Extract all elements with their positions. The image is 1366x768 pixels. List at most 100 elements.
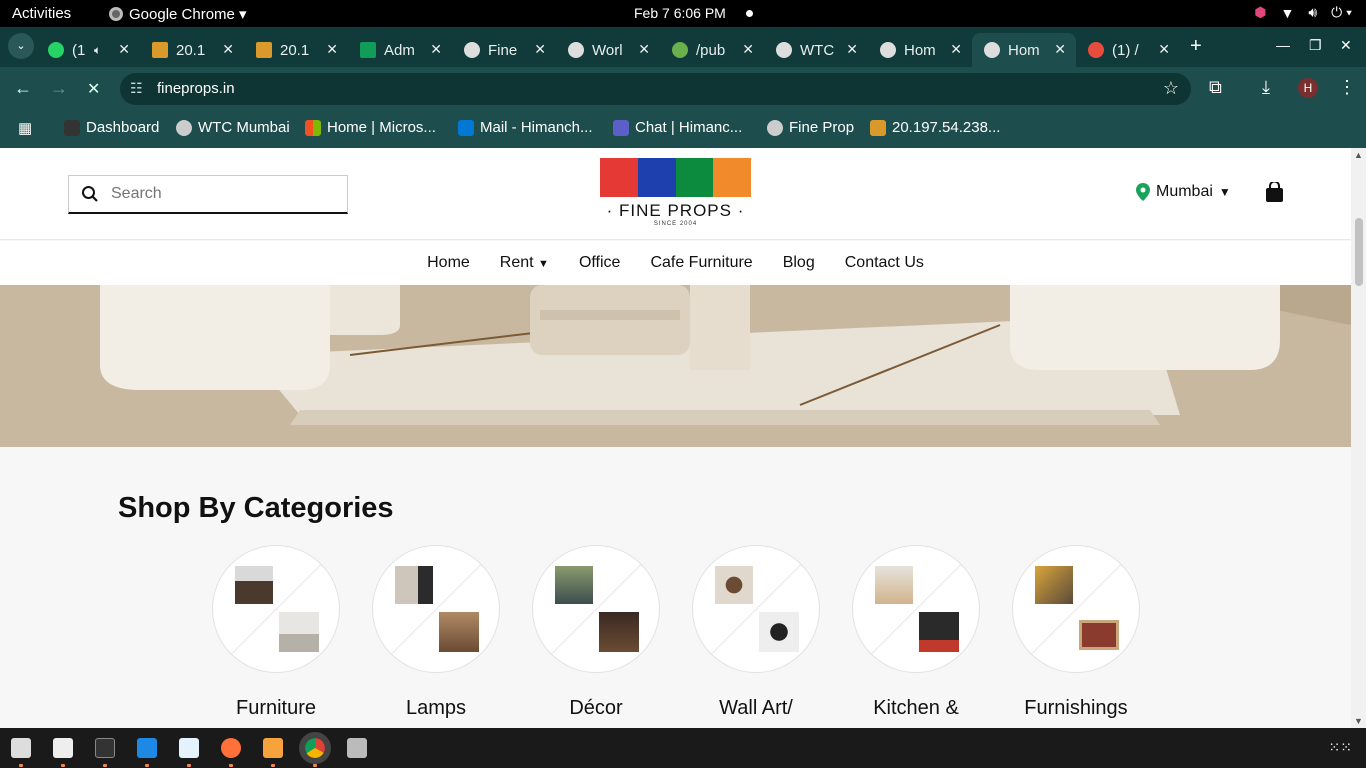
bookmark-dashboard[interactable]: Dashboard [64,119,159,136]
bookmark-mail[interactable]: Mail - Himanch... [458,119,593,136]
nav-office[interactable]: Office [579,254,621,272]
category-furniture[interactable]: Furniture [212,545,340,720]
close-icon[interactable]: ✕ [118,41,130,58]
tab-search-button[interactable]: ⌄ [8,33,34,59]
tab-pub[interactable]: /pub ✕ [660,33,764,67]
bookmark-fine-prop[interactable]: Fine Prop [767,119,854,136]
terminal-app-icon[interactable] [95,738,115,758]
bookmark-microsoft[interactable]: Home | Micros... [305,119,436,136]
show-apps-icon[interactable]: ⁙⁙ [1329,739,1352,756]
close-icon[interactable]: ✕ [638,41,650,58]
tab-server-2[interactable]: 20.1 ✕ [244,33,348,67]
category-lamps[interactable]: Lamps [372,545,500,720]
city-selector[interactable]: Mumbai ▼ [1136,183,1231,201]
close-icon[interactable]: ✕ [742,41,754,58]
new-tab-button[interactable]: + [1190,35,1202,58]
chrome-app-icon[interactable] [299,732,331,764]
sublime-app-icon[interactable] [263,738,283,758]
nav-blog[interactable]: Blog [783,254,815,272]
bookmark-label: Chat | Himanc... [635,119,743,136]
tab-whatsapp[interactable]: (1 🔈︎ ✕ [36,33,140,67]
power-icon[interactable]: ⏻ ▾ [1331,4,1352,21]
category-wall-art[interactable]: Wall Art/ [692,545,820,720]
volume-icon[interactable]: 🔊︎ [1308,4,1317,21]
activities-button[interactable]: Activities [12,5,71,22]
close-icon[interactable]: ✕ [1158,41,1170,58]
cabinet-block-icon [675,158,714,197]
extensions-icon[interactable]: ⧉ [1209,77,1222,98]
server-icon [256,42,272,58]
category-decor[interactable]: Décor [532,545,660,720]
stop-loading-button[interactable]: ✕ [87,79,100,99]
bookmark-label: Mail - Himanch... [480,119,593,136]
close-icon[interactable]: ✕ [534,41,546,58]
close-icon[interactable]: ✕ [326,41,338,58]
scrollbar-thumb[interactable] [1355,218,1363,286]
scroll-up-icon[interactable]: ▲ [1354,150,1363,160]
tab-fine[interactable]: Fine ✕ [452,33,556,67]
vscode-app-icon[interactable] [137,738,157,758]
search-icon [82,186,98,202]
cart-bag-icon[interactable] [1266,182,1283,202]
tab-server-1[interactable]: 20.1 ✕ [140,33,244,67]
nav-rent[interactable]: Rent ▼ [500,254,549,272]
tab-admin[interactable]: Adm ✕ [348,33,452,67]
clock[interactable]: Feb 7 6:06 PM [634,5,726,21]
forward-button[interactable]: → [50,78,68,99]
audio-playing-icon[interactable]: 🔈︎ [94,43,101,58]
back-button[interactable]: ← [14,78,32,99]
tab-home-1[interactable]: Hom ✕ [868,33,972,67]
scroll-down-icon[interactable]: ▼ [1354,716,1363,726]
tab-world[interactable]: Worl ✕ [556,33,660,67]
site-nav: Home Rent ▼ Office Cafe Furniture Blog C… [0,241,1351,285]
tab-wtc[interactable]: WTC ✕ [764,33,868,67]
usb-drive-app-icon[interactable] [347,738,367,758]
app-menu[interactable]: Google Chrome ▾ [109,5,247,23]
calendar-app-icon[interactable] [11,738,31,758]
category-furnishings[interactable]: Furnishings [1012,545,1140,720]
bookmark-server[interactable]: 20.197.54.238... [870,119,1000,136]
url-text[interactable]: fineprops.in [157,80,235,97]
close-icon[interactable]: ✕ [950,41,962,58]
wifi-icon[interactable]: ▼ [1280,5,1294,21]
search-input[interactable] [111,185,331,203]
city-label: Mumbai [1156,183,1213,200]
category-kitchen[interactable]: Kitchen & [852,545,980,720]
tab-home-active[interactable]: Hom ✕ [972,33,1076,67]
apps-grid-icon[interactable]: ▦ [18,119,32,137]
files-app-icon[interactable] [53,738,73,758]
floor-lamp-image [395,566,433,604]
bookmark-wtc-mumbai[interactable]: WTC Mumbai [176,119,290,136]
close-icon[interactable]: ✕ [222,41,234,58]
profile-avatar[interactable]: H [1298,78,1318,98]
nav-cafe-furniture[interactable]: Cafe Furniture [650,254,752,272]
bookmark-chat[interactable]: Chat | Himanc... [613,119,742,136]
minimize-icon[interactable]: — [1276,37,1290,53]
restore-icon[interactable]: ❐ [1309,37,1322,54]
address-bar[interactable]: ☷ fineprops.in ☆ [120,73,1191,105]
tab-title: Fine [488,41,518,59]
close-icon[interactable]: ✕ [430,41,442,58]
category-thumbnail [212,545,340,673]
nav-home[interactable]: Home [427,254,470,272]
text-editor-app-icon[interactable] [179,738,199,758]
close-icon[interactable]: ✕ [1054,41,1066,58]
close-window-icon[interactable]: ✕ [1340,37,1352,54]
nav-contact-us[interactable]: Contact Us [845,254,924,272]
app-indicator-icon[interactable]: ⬢ [1254,4,1266,21]
site-search[interactable] [68,175,348,214]
tab-notification[interactable]: (1) / ✕ [1076,33,1180,67]
menu-icon[interactable]: ⋮ [1338,77,1356,98]
bookmark-star-icon[interactable]: ☆ [1163,78,1179,99]
site-info-icon[interactable]: ☷ [130,80,148,98]
page-scrollbar[interactable]: ▲ ▼ [1351,148,1366,728]
fine-props-logo[interactable]: · FINE PROPS · SINCE 2004 [600,158,751,234]
firefox-app-icon[interactable] [221,738,241,758]
category-label: Décor [569,697,623,719]
tab-title: Hom [904,41,936,59]
globe-icon [568,42,584,58]
close-icon[interactable]: ✕ [846,41,858,58]
notification-dot-icon [746,10,753,17]
download-icon[interactable]: ⤓ [1262,77,1270,98]
system-tray[interactable]: ⬢ ▼ 🔊︎ ⏻ ▾ [1254,4,1352,21]
